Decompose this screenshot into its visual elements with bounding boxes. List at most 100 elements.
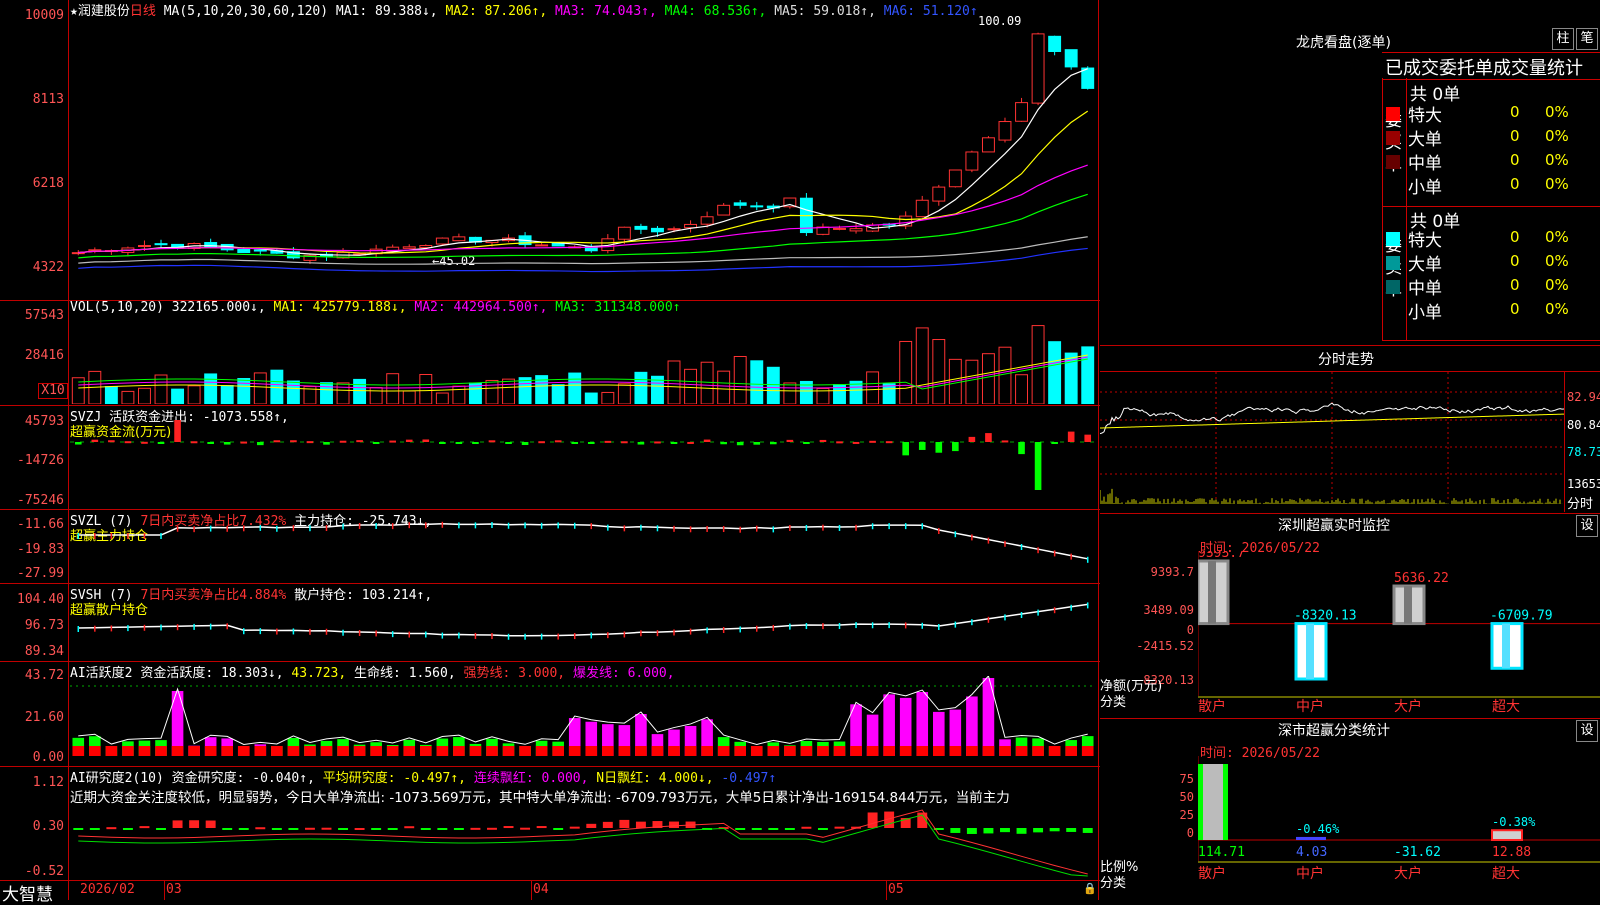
research-bar: [619, 819, 630, 828]
research-bar: [867, 812, 878, 828]
research-bar: [453, 828, 464, 830]
activity-base-bar: [271, 746, 283, 756]
buy-row-label: 大单: [1408, 130, 1442, 150]
flow-bar: [521, 442, 529, 446]
candle: [535, 244, 549, 247]
monitor-ytick: 9393.7: [1150, 565, 1194, 579]
candle: [1064, 49, 1078, 68]
research-bar: [73, 828, 84, 830]
candle: [237, 248, 251, 254]
trade-mode-button[interactable]: 笔: [1576, 28, 1598, 50]
volume-bar: [965, 359, 979, 404]
buy-row-value: 0: [1510, 175, 1520, 193]
candle: [932, 186, 946, 202]
candle: [452, 236, 466, 242]
volume-bar: [634, 371, 648, 404]
kline-chart[interactable]: [70, 18, 1096, 298]
flow-bar: [108, 440, 115, 443]
activity-base-bar: [1048, 746, 1061, 756]
research-bar: [139, 826, 150, 829]
ai1-ytick: 21.60: [24, 710, 64, 725]
sell-row-value: 0: [1510, 276, 1520, 294]
kline-ytick: 4322: [32, 260, 64, 275]
research-bar: [89, 828, 100, 830]
ai2-ytick: -0.52: [24, 864, 64, 879]
chart-area[interactable]: ★润建股份日线 MA(5,10,20,30,60,120) MA1: 89.38…: [0, 0, 1100, 905]
ai-research-chart[interactable]: [70, 806, 1096, 878]
candle: [915, 199, 929, 218]
monitor-settings-button[interactable]: 设: [1576, 515, 1598, 537]
activity-base-bar: [899, 746, 912, 756]
sell-row-label: 中单: [1408, 279, 1442, 299]
flow-bar: [604, 440, 612, 443]
activity-base-bar: [353, 746, 366, 756]
activity-base-bar: [221, 746, 234, 756]
volume-bar: [882, 383, 896, 404]
candle: [1015, 102, 1028, 122]
volume-bar: [601, 391, 615, 404]
volume-bar: [700, 361, 714, 404]
bar-mode-button[interactable]: 柱: [1552, 28, 1574, 50]
stats-chart[interactable]: 114.71 散户 -0.46% 4.03 中户 -31.62 大户 -0.38% 12.88 超…: [1198, 756, 1600, 900]
candle: [948, 169, 962, 188]
monitor-ytick: 0: [1186, 623, 1194, 637]
volume-chart[interactable]: [70, 318, 1096, 404]
ma6-value: MA6: 51.120↑: [883, 4, 978, 19]
research-bar: [470, 827, 481, 830]
activity-base-bar: [850, 746, 862, 756]
lock-icon[interactable]: 🔒: [1083, 882, 1097, 895]
ai2-header: AI研究度2(10) 资金研究度: -0.040↑, 平均研究度: -0.497…: [70, 767, 776, 786]
kline-ytick: 6218: [32, 176, 64, 191]
candle: [253, 249, 267, 252]
research-bar: [288, 828, 299, 830]
flow-bar: [1051, 442, 1058, 444]
activity-base-bar: [519, 746, 531, 756]
flow-bar: [190, 441, 198, 444]
volume-bar: [1015, 374, 1028, 404]
research-bar: [751, 828, 762, 830]
monitor-title: 深圳超赢实时监控: [1278, 518, 1390, 534]
star-icon[interactable]: ★: [70, 4, 78, 19]
candle: [981, 137, 995, 153]
longhu-title: 龙虎看盘(逐单): [1296, 35, 1391, 51]
stats-bar-top-label: -0.38%: [1492, 815, 1536, 829]
stats-settings-button[interactable]: 设: [1576, 720, 1598, 742]
stats-ytick: 50: [1179, 790, 1194, 804]
volume-bar: [171, 388, 185, 404]
sell-row-percent: 0%: [1545, 228, 1569, 246]
flow-bar: [538, 441, 545, 444]
stats-bar-label: -31.62: [1394, 845, 1441, 860]
intraday-chart[interactable]: [1100, 372, 1564, 508]
activity-base-bar: [701, 746, 713, 756]
kline-ytick: 8113: [32, 92, 64, 107]
monitor-category: 超大: [1492, 699, 1520, 715]
research-bar: [321, 827, 332, 830]
flow-bar: [356, 440, 363, 443]
brand-label[interactable]: 大智慧: [2, 880, 53, 905]
activity-base-bar: [337, 746, 349, 756]
longhu-panel: 龙虎看盘(逐单) 柱 笔 已成交委托单成交量统计 委买单 委卖单 共 0单 共 …: [1100, 0, 1600, 345]
monitor-bar-label: 5636.22: [1394, 571, 1449, 586]
ai2-desc1: 资金研究度: -0.040↑,: [171, 771, 315, 786]
volume-bar: [121, 390, 135, 404]
sell-row-value: 0: [1510, 252, 1520, 270]
activity-base-bar: [237, 746, 250, 756]
research-bar: [271, 828, 282, 830]
stats-bar: [1491, 829, 1523, 841]
flow-bar: [240, 441, 248, 444]
buy-row-label: 小单: [1408, 178, 1442, 198]
activity-base-bar: [419, 746, 432, 756]
flow-bar: [389, 440, 397, 443]
candle: [154, 243, 168, 246]
research-bar: [1082, 828, 1093, 833]
svzl-chart[interactable]: [70, 520, 1096, 582]
period-label[interactable]: 日线: [130, 4, 156, 19]
ma-label: MA(5,10,20,30,60,120): [163, 4, 329, 19]
activity-base-bar: [486, 746, 498, 756]
activity-base-bar: [370, 746, 382, 756]
svsh-chart[interactable]: [70, 598, 1096, 660]
monitor-category: 中户: [1296, 698, 1324, 715]
svzj-chart[interactable]: [70, 420, 1096, 508]
ai-activity-chart[interactable]: [70, 676, 1096, 765]
monitor-chart[interactable]: 9393.7 散户 -8320.13 中户 5636.22 大户 -6709.79 超大: [1198, 551, 1600, 716]
